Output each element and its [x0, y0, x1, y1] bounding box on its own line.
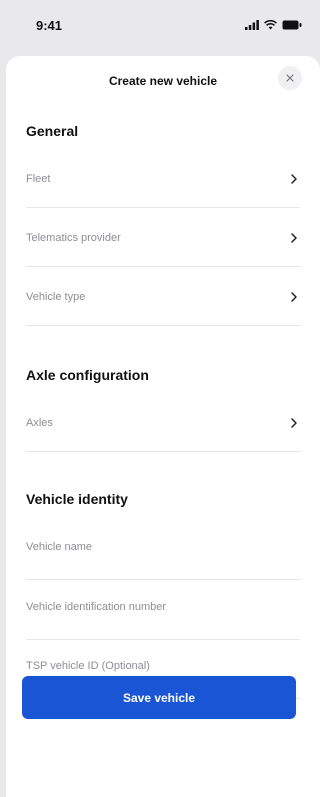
chevron-right-icon: [291, 418, 297, 428]
vehicle-type-row[interactable]: Vehicle type: [26, 273, 300, 326]
status-icons: [245, 19, 302, 31]
signal-icon: [245, 20, 259, 30]
close-icon: [286, 74, 294, 82]
vehicle-name-input[interactable]: [26, 541, 300, 553]
sheet-title: Create new vehicle: [108, 74, 218, 88]
status-time: 9:41: [36, 18, 63, 33]
section-title-general: General: [26, 123, 79, 139]
telematics-provider-row[interactable]: Telematics provider: [26, 214, 300, 267]
section-title-axle-configuration: Axle configuration: [26, 367, 149, 383]
vin-input[interactable]: [26, 601, 300, 613]
chevron-right-icon: [291, 233, 297, 243]
vehicle-type-label: Vehicle type: [26, 291, 86, 303]
axles-label: Axles: [26, 417, 53, 429]
close-button[interactable]: [278, 66, 302, 90]
save-vehicle-button[interactable]: Save vehicle: [22, 676, 296, 719]
battery-icon: [282, 20, 302, 30]
chevron-right-icon: [291, 292, 297, 302]
fleet-label: Fleet: [26, 173, 51, 185]
status-bar: 9:41: [0, 0, 320, 44]
telematics-provider-label: Telematics provider: [26, 232, 121, 244]
vin-field: [26, 587, 300, 640]
wifi-icon: [264, 20, 277, 30]
vehicle-name-field: [26, 527, 300, 580]
fleet-row[interactable]: Fleet: [26, 155, 300, 208]
chevron-right-icon: [291, 174, 297, 184]
section-title-vehicle-identity: Vehicle identity: [26, 491, 128, 507]
axles-row[interactable]: Axles: [26, 399, 300, 452]
tsp-vehicle-id-input[interactable]: [26, 660, 300, 672]
